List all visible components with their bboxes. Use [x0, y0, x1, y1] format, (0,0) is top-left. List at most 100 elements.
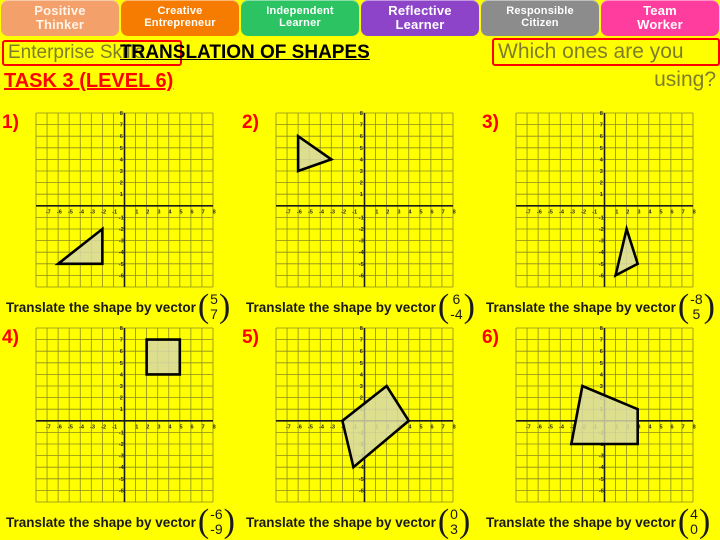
svg-text:1: 1 [615, 209, 618, 215]
instruction-text: Translate the shape by vector [6, 299, 196, 315]
svg-text:-6: -6 [599, 273, 604, 279]
svg-text:2: 2 [386, 209, 389, 215]
vector-x-component: -6 [210, 506, 223, 523]
svg-text:6: 6 [360, 134, 363, 140]
svg-text:-3: -3 [599, 239, 604, 245]
svg-text:-5: -5 [308, 424, 313, 430]
svg-text:-5: -5 [68, 209, 73, 215]
svg-text:-3: -3 [570, 209, 575, 215]
svg-text:7: 7 [202, 424, 205, 430]
svg-text:7: 7 [442, 424, 445, 430]
svg-text:7: 7 [360, 123, 363, 129]
svg-text:-4: -4 [599, 250, 605, 256]
graph-container: -7-6-5-4-3-2-11234567887654321-1-2-3-4-5… [272, 110, 457, 290]
vector-right-paren: ) [703, 287, 715, 325]
graph-container: -7-6-5-4-3-2-11234567887654321-1-2-3-4-5… [32, 325, 217, 505]
svg-text:-2: -2 [341, 209, 346, 215]
svg-text:-4: -4 [359, 250, 365, 256]
question-instruction: Translate the shape by vector(4 0) [486, 505, 720, 539]
svg-text:-6: -6 [297, 209, 302, 215]
skill-tab-label-line2: Entrepreneur [144, 17, 216, 29]
skill-tab-label-line2: Thinker [35, 17, 85, 32]
svg-text:1: 1 [120, 192, 123, 198]
svg-text:-2: -2 [581, 209, 586, 215]
skill-tab-responsible[interactable]: Responsible Citizen [481, 0, 599, 36]
svg-text:5: 5 [360, 361, 363, 367]
svg-text:-4: -4 [559, 209, 565, 215]
skill-tab-reflective[interactable]: Reflective Learner [361, 0, 479, 36]
svg-text:8: 8 [693, 209, 696, 215]
svg-text:-2: -2 [101, 424, 106, 430]
question-1: 1) -7 -6 -5 -4 -3 -2 -1 1 2 3 4 5 6 7 8 8 7 6 5 4 3 2 1 -1 -2 -3 -4… [0, 110, 240, 325]
svg-text:2: 2 [626, 209, 629, 215]
svg-text:7: 7 [120, 338, 123, 344]
skill-tab-creative[interactable]: Creative Entrepreneur [121, 0, 239, 36]
vector-right-paren: ) [223, 502, 235, 540]
skill-tab-positive[interactable]: Positive Thinker [1, 0, 119, 36]
svg-text:6: 6 [120, 349, 123, 355]
skill-tab-team[interactable]: Team Worker [601, 0, 719, 36]
which-ones-prompt-line1: Which ones are you [498, 40, 684, 63]
svg-text:6: 6 [360, 349, 363, 355]
svg-text:7: 7 [600, 123, 603, 129]
translation-vector: (-6 -9) [197, 502, 235, 540]
svg-text:-6: -6 [119, 488, 124, 494]
translation-vector: (4 0) [677, 502, 710, 540]
svg-text:5: 5 [600, 361, 603, 367]
svg-text:5: 5 [179, 424, 182, 430]
vector-right-paren: ) [218, 287, 231, 325]
vector-components: 03 [449, 507, 459, 537]
svg-text:-7: -7 [286, 424, 291, 430]
question-instruction: Translate the shape by vector(-8 5) [486, 290, 720, 324]
svg-text:7: 7 [120, 123, 123, 129]
skill-tab-independent[interactable]: Independent Learner [241, 0, 359, 36]
svg-text:7: 7 [360, 338, 363, 344]
svg-text:8: 8 [453, 209, 456, 215]
svg-text:-7: -7 [526, 424, 531, 430]
vector-x-component: -8 [690, 291, 703, 308]
svg-text:-7: -7 [526, 209, 531, 215]
coordinate-grid: -7-6-5-4-3-2-11234567887654321-1-2-3-4-5… [512, 110, 697, 290]
svg-text:5: 5 [179, 209, 182, 215]
svg-text:-6: -6 [599, 488, 604, 494]
svg-text:8: 8 [213, 424, 216, 430]
svg-text:3: 3 [120, 169, 123, 175]
vector-left-paren: ( [677, 502, 690, 540]
graph-container: -7-6-5-4-3-2-11234567887654321-1-2-3-4-5… [512, 110, 697, 290]
svg-text:1: 1 [600, 192, 603, 198]
question-instruction: Translate the shape by vector(5 7) [6, 290, 240, 324]
coordinate-grid: -7-6-5-4-3-2-11234567887654321-1-2-3-4-5… [32, 110, 217, 290]
svg-text:-3: -3 [90, 209, 95, 215]
svg-text:1: 1 [135, 209, 138, 215]
instruction-text: Translate the shape by vector [246, 514, 436, 530]
skill-tab-bar: Positive Thinker Creative Entrepreneur Indep… [0, 0, 720, 36]
question-instruction: Translate the shape by vector(-6 -9) [6, 505, 240, 539]
question-5: 5)-7-6-5-4-3-2-11234567887654321-1-2-3-4… [240, 325, 480, 540]
svg-text:5: 5 [659, 424, 662, 430]
svg-text:-5: -5 [68, 424, 73, 430]
vector-right-paren: ) [458, 502, 471, 540]
svg-text:8: 8 [600, 111, 603, 117]
vector-x-component: 0 [450, 506, 458, 523]
svg-text:7: 7 [202, 209, 205, 215]
vector-components: -8 5 [689, 292, 703, 322]
vector-left-paren: ( [197, 502, 210, 540]
translation-vector: (6 -4) [437, 287, 475, 325]
svg-text:-6: -6 [537, 424, 542, 430]
svg-text:-3: -3 [119, 239, 124, 245]
svg-text:-1: -1 [599, 215, 604, 221]
question-number: 4) [2, 327, 19, 348]
svg-text:-4: -4 [119, 465, 125, 471]
svg-text:-6: -6 [57, 209, 62, 215]
question-instruction: Translate the shape by vector(0 3) [246, 505, 480, 539]
svg-text:2: 2 [146, 424, 149, 430]
question-4: 4) -7 -6 -5 -4 -3 -2 -1 1 2 3 4 5 6 7 8 8 7 6 5 4 3 2 1 -1 -2 -3 -4… [0, 325, 240, 540]
vector-components: 40 [689, 507, 699, 537]
vector-left-paren: ( [437, 287, 450, 325]
svg-text:3: 3 [360, 169, 363, 175]
svg-text:6: 6 [600, 134, 603, 140]
svg-text:8: 8 [120, 111, 123, 117]
svg-text:3: 3 [157, 209, 160, 215]
svg-text:5: 5 [419, 209, 422, 215]
translation-vector: (0 3) [438, 502, 471, 540]
